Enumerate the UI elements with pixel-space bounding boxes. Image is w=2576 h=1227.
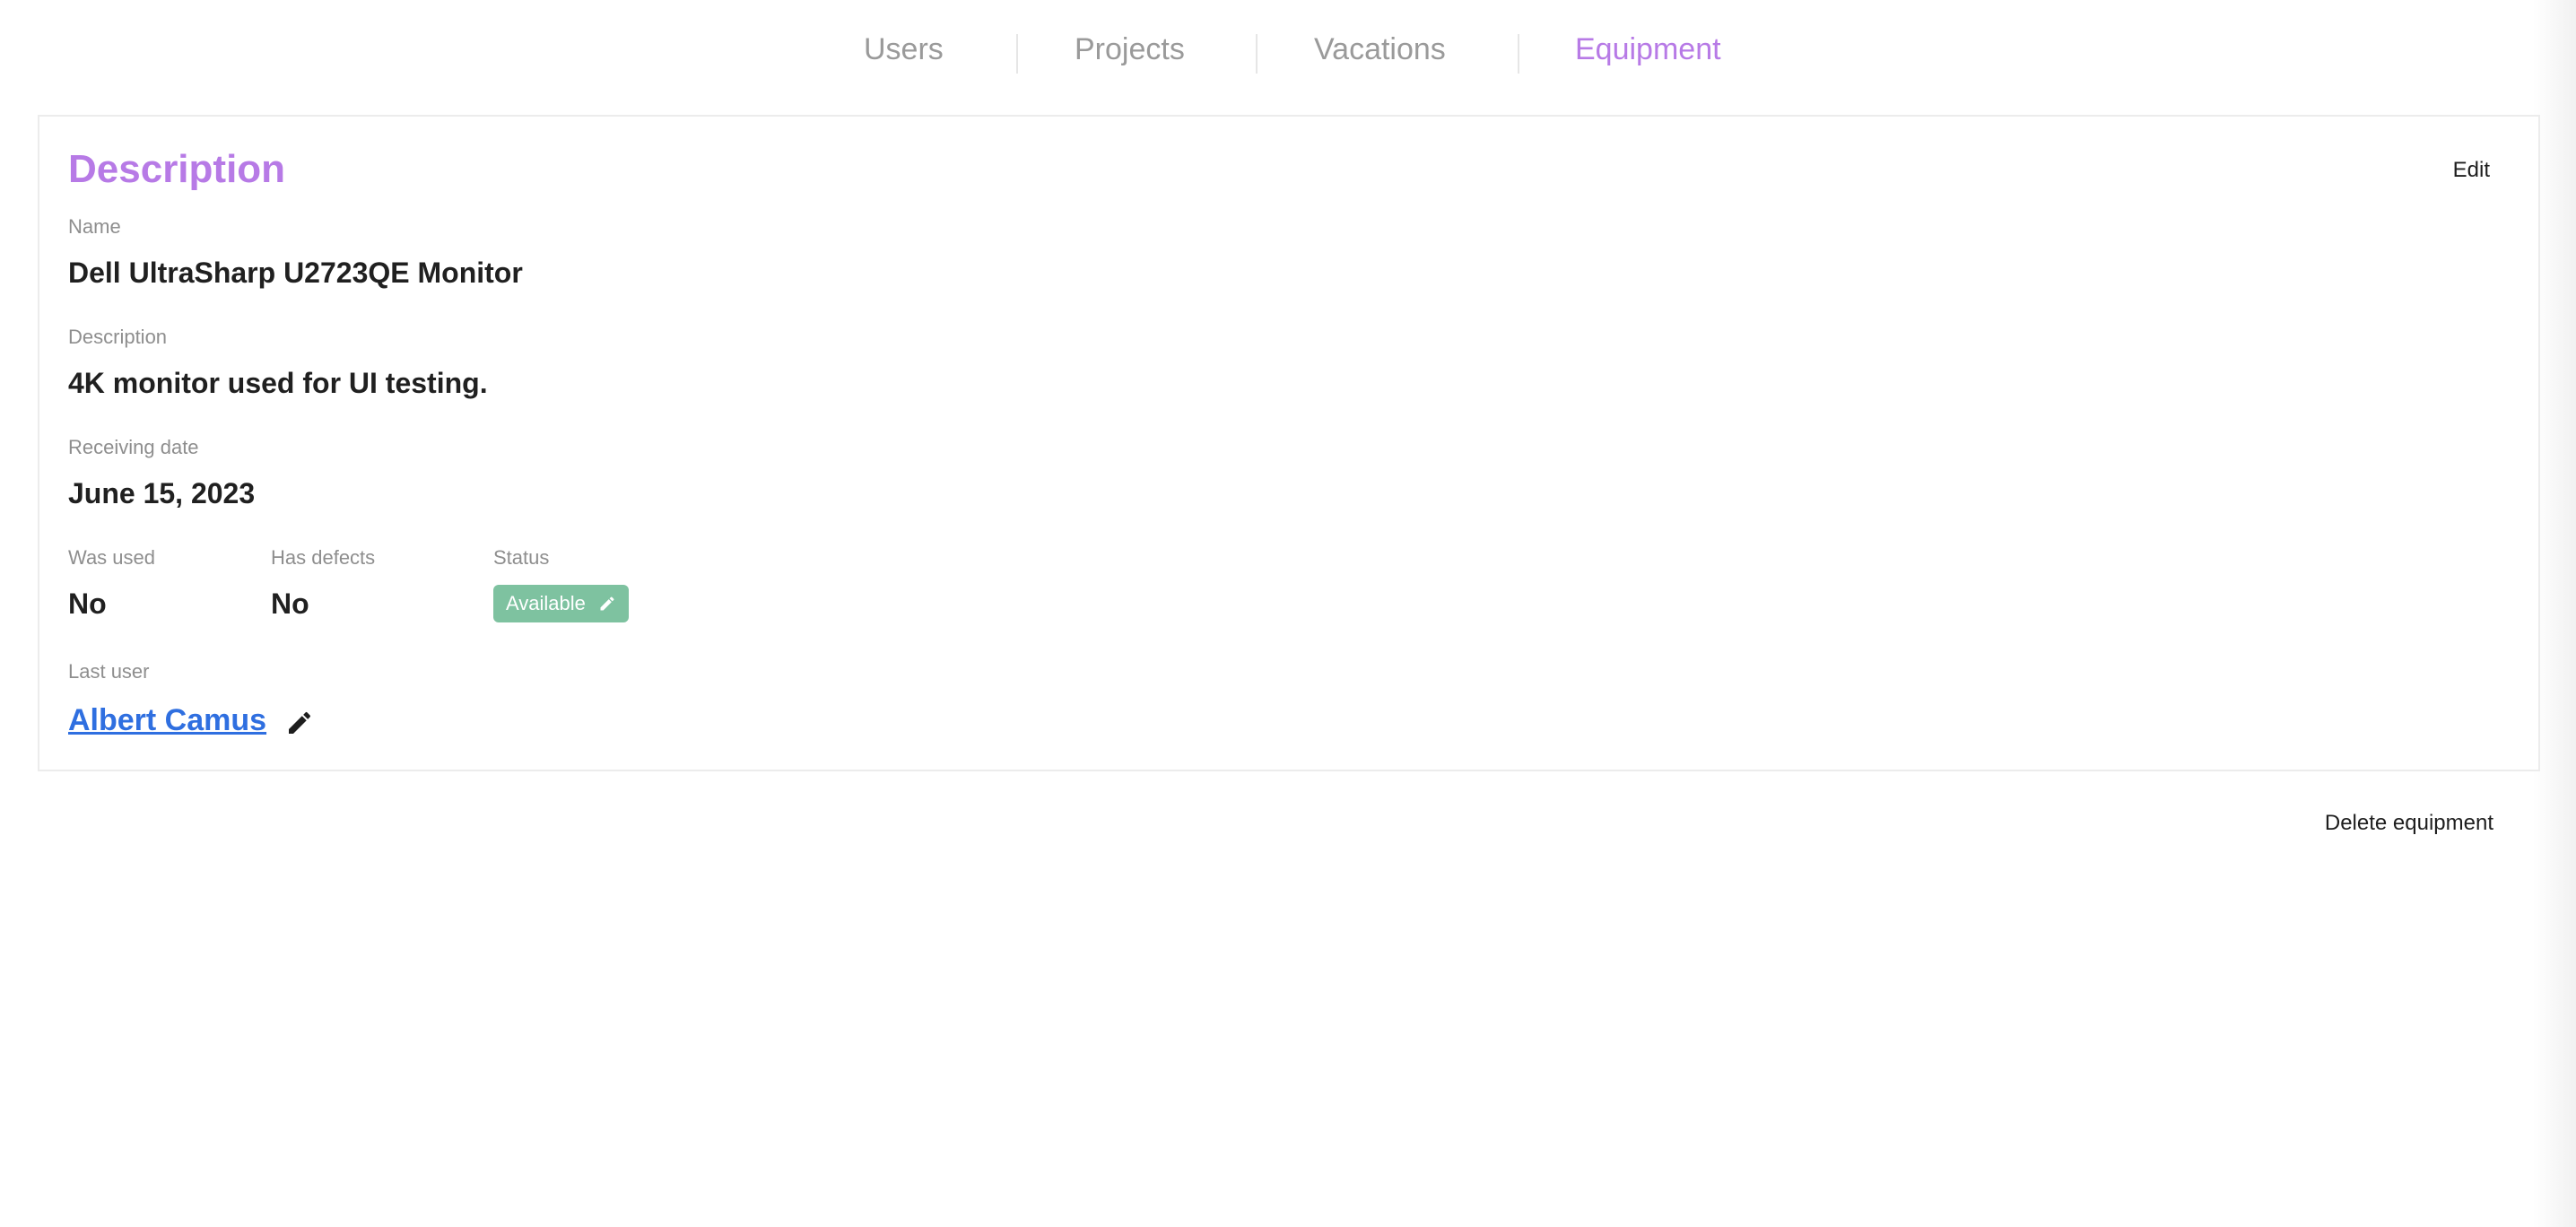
last-user-link[interactable]: Albert Camus bbox=[68, 703, 266, 738]
description-label: Description bbox=[68, 326, 168, 348]
receiving-date-label: Receiving date bbox=[68, 436, 199, 458]
status-value: Available bbox=[506, 592, 586, 614]
last-user-label: Last user bbox=[68, 660, 150, 683]
description-value: 4K monitor used for UI testing. bbox=[68, 367, 488, 399]
top-tabs: Users Projects Vacations Equipment bbox=[0, 22, 2576, 93]
description-card: Description Edit Name Dell UltraSharp U2… bbox=[38, 115, 2540, 771]
tab-divider bbox=[1016, 34, 1018, 74]
was-used-value: No bbox=[68, 587, 107, 620]
tab-projects[interactable]: Projects bbox=[1075, 32, 1185, 67]
tab-equipment[interactable]: Equipment bbox=[1575, 32, 1721, 67]
status-label: Status bbox=[493, 546, 550, 569]
equipment-page: Users Projects Vacations Equipment Descr… bbox=[0, 0, 2576, 1227]
delete-equipment-button[interactable]: Delete equipment bbox=[2325, 811, 2493, 836]
tab-divider bbox=[1256, 34, 1258, 74]
status-badge[interactable]: Available bbox=[493, 585, 629, 622]
edit-button[interactable]: Edit bbox=[2453, 158, 2490, 183]
tab-vacations[interactable]: Vacations bbox=[1314, 32, 1446, 67]
has-defects-value: No bbox=[271, 587, 309, 620]
pencil-icon[interactable] bbox=[285, 709, 314, 737]
pencil-icon bbox=[600, 596, 614, 611]
tab-users[interactable]: Users bbox=[864, 32, 944, 67]
receiving-date-value: June 15, 2023 bbox=[68, 477, 256, 509]
tab-divider bbox=[1518, 34, 1519, 74]
name-value: Dell UltraSharp U2723QE Monitor bbox=[68, 257, 523, 289]
was-used-label: Was used bbox=[68, 546, 156, 569]
has-defects-label: Has defects bbox=[271, 546, 376, 569]
section-title: Description bbox=[68, 147, 286, 191]
name-label: Name bbox=[68, 215, 121, 238]
